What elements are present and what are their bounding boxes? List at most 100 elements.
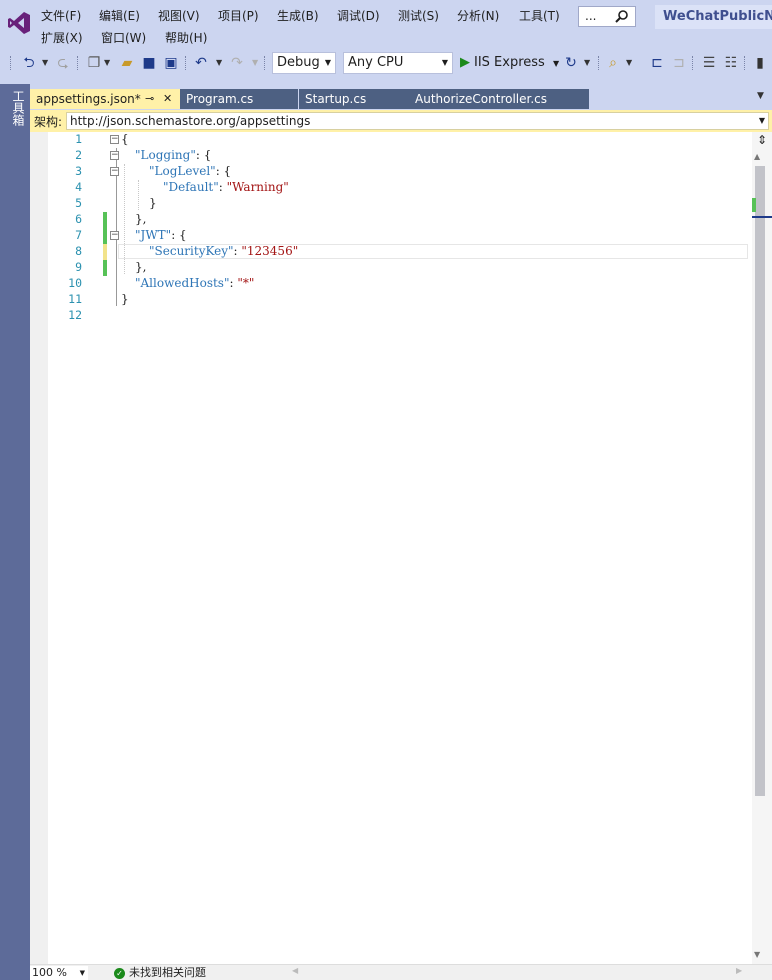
- json-key: "SecurityKey": [149, 244, 234, 258]
- punctuation: },: [135, 212, 147, 226]
- line-number: 8: [75, 244, 82, 258]
- chevron-down-icon[interactable]: ▼: [252, 54, 258, 72]
- line-number: 5: [75, 196, 82, 210]
- tab-overflow-dropdown-icon[interactable]: ▼: [757, 91, 764, 101]
- line-number: 11: [68, 292, 82, 306]
- tab-startup-cs[interactable]: Startup.cs: [299, 89, 409, 109]
- chevron-down-icon[interactable]: ▼: [104, 54, 110, 72]
- split-editor-icon[interactable]: ⇕: [752, 132, 772, 148]
- collapse-toggle-icon[interactable]: −: [110, 135, 119, 144]
- schema-label: 架构:: [34, 115, 63, 129]
- navigate-back-icon[interactable]: ⮌: [20, 54, 38, 72]
- play-icon: ▶: [460, 55, 470, 70]
- save-icon[interactable]: ■: [140, 54, 158, 72]
- punctuation: : {: [215, 164, 232, 178]
- json-string: "123456": [241, 244, 299, 258]
- menu-help[interactable]: 帮助(H): [165, 29, 207, 46]
- zoom-level-select[interactable]: 100 % ▼: [30, 966, 88, 980]
- uncomment-lines-icon[interactable]: ☷: [722, 54, 740, 72]
- schema-url-select[interactable]: http://json.schemastore.org/appsettings …: [66, 112, 769, 130]
- chevron-down-icon[interactable]: ▼: [42, 54, 48, 72]
- chevron-down-icon: ▼: [758, 116, 765, 125]
- line-number: 10: [68, 276, 82, 290]
- tab-label: Startup.cs: [305, 92, 367, 106]
- chevron-down-icon: ▼: [552, 59, 560, 68]
- chevron-down-icon: ▼: [79, 969, 85, 977]
- menu-test[interactable]: 测试(S): [398, 7, 439, 24]
- search-box[interactable]: ...: [578, 6, 636, 27]
- collapse-toggle-icon[interactable]: −: [110, 231, 119, 240]
- new-item-icon[interactable]: ❐: [85, 54, 103, 72]
- menu-analyze[interactable]: 分析(N): [457, 7, 499, 24]
- solution-platform-select[interactable]: Any CPU ▼: [343, 52, 453, 74]
- solution-configuration-select[interactable]: Debug ▼: [272, 52, 336, 74]
- chevron-down-icon[interactable]: ▼: [626, 54, 632, 72]
- menu-file[interactable]: 文件(F): [41, 7, 81, 24]
- vertical-scrollbar[interactable]: ⇕ ▲ ▼: [752, 132, 772, 964]
- toolbox-label: 工具箱: [11, 90, 25, 126]
- line-number: 3: [75, 164, 82, 178]
- start-debugging-button[interactable]: ▶ IIS Express ▼: [460, 53, 559, 73]
- menu-edit[interactable]: 编辑(E): [99, 7, 140, 24]
- menu-window[interactable]: 窗口(W): [101, 29, 146, 46]
- toolbar-grip: [10, 56, 12, 70]
- json-key: "Logging": [135, 148, 196, 162]
- open-folder-icon[interactable]: ▰: [118, 54, 136, 72]
- punctuation: : {: [195, 148, 212, 162]
- tab-label: Program.cs: [186, 92, 254, 106]
- json-key: "AllowedHosts": [135, 276, 230, 290]
- punctuation: :: [218, 180, 227, 194]
- tab-appsettings-json[interactable]: appsettings.json* ⊸ ✕: [30, 89, 180, 109]
- menu-extensions[interactable]: 扩展(X): [41, 29, 83, 46]
- search-icon: [615, 10, 628, 23]
- menu-tools[interactable]: 工具(T): [519, 7, 560, 24]
- json-string: "*": [237, 276, 255, 290]
- menu-build[interactable]: 生成(B): [277, 7, 319, 24]
- undo-icon[interactable]: ↶: [192, 54, 210, 72]
- json-schema-bar: 架构: http://json.schemastore.org/appsetti…: [30, 110, 772, 132]
- menu-project[interactable]: 项目(P): [218, 7, 259, 24]
- toolbar-separator: [77, 56, 79, 70]
- scroll-up-icon[interactable]: ▲: [754, 152, 760, 161]
- save-all-icon[interactable]: ▣: [162, 54, 180, 72]
- collapse-toggle-icon[interactable]: −: [110, 151, 119, 160]
- navigate-forward-icon[interactable]: ⮎: [54, 54, 72, 72]
- saved-change-marker: [103, 260, 107, 276]
- scroll-down-icon[interactable]: ▼: [754, 950, 760, 959]
- refresh-icon[interactable]: ↻: [562, 54, 580, 72]
- chevron-down-icon[interactable]: ▼: [584, 54, 590, 72]
- menu-debug[interactable]: 调试(D): [337, 7, 380, 24]
- scrollbar-thumb[interactable]: [755, 166, 765, 796]
- tab-program-cs[interactable]: Program.cs: [180, 89, 298, 109]
- platform-value: Any CPU: [348, 55, 404, 70]
- tab-authorizecontroller-cs[interactable]: AuthorizeController.cs: [409, 89, 589, 109]
- indent-guide: [124, 164, 125, 274]
- issues-text: 未找到相关问题: [129, 966, 206, 979]
- code-line: "JWT": {: [135, 228, 187, 242]
- code-line: "Logging": {: [135, 148, 211, 162]
- toolbar-separator: [692, 56, 694, 70]
- saved-change-marker: [103, 212, 107, 244]
- run-target-label: IIS Express: [474, 55, 545, 70]
- issues-indicator[interactable]: ✓ 未找到相关问题: [114, 965, 206, 980]
- code-line: },: [135, 260, 146, 274]
- chevron-down-icon[interactable]: ▼: [216, 54, 222, 72]
- scroll-left-icon[interactable]: ◀: [292, 966, 298, 975]
- punctuation: {: [121, 132, 129, 146]
- find-in-files-icon[interactable]: ⌕: [604, 54, 622, 72]
- pin-icon[interactable]: ⊸: [145, 89, 154, 109]
- properties-icon[interactable]: ⊐: [670, 54, 688, 72]
- toolbox-side-tab[interactable]: 工具箱: [0, 84, 30, 980]
- menu-view[interactable]: 视图(V): [158, 7, 200, 24]
- redo-icon[interactable]: ↷: [228, 54, 246, 72]
- line-number: 7: [75, 228, 82, 242]
- comment-lines-icon[interactable]: ☰: [700, 54, 718, 72]
- code-line: }: [121, 292, 129, 306]
- visual-studio-logo-icon[interactable]: [6, 10, 32, 36]
- close-icon[interactable]: ✕: [163, 89, 172, 109]
- collapse-toggle-icon[interactable]: −: [110, 167, 119, 176]
- class-view-icon[interactable]: ⊏: [648, 54, 666, 72]
- toolbar-separator: [744, 56, 746, 70]
- scroll-right-icon[interactable]: ▶: [736, 966, 742, 975]
- bookmark-icon[interactable]: ▮: [751, 54, 769, 72]
